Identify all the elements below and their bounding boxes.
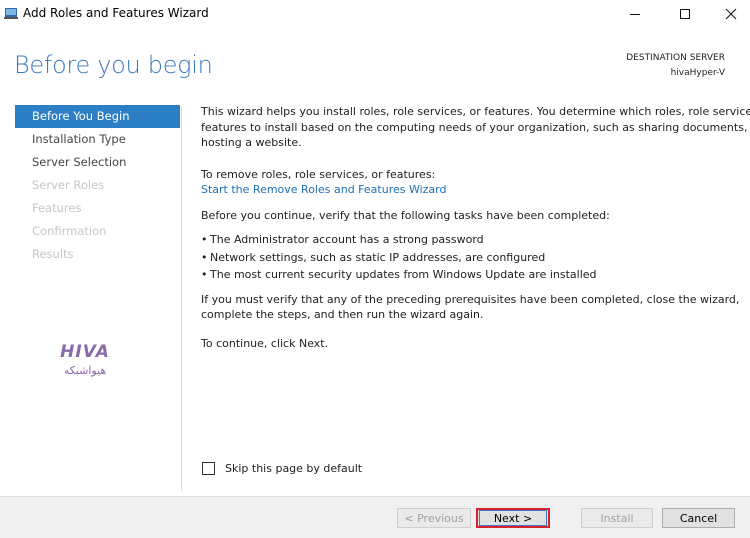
nav-item-confirmation: Confirmation [32, 224, 107, 238]
previous-button[interactable]: < Previous [397, 508, 471, 528]
cancel-button[interactable]: Cancel [662, 508, 735, 528]
nav-item-before-you-begin[interactable]: Before You Begin [15, 105, 180, 128]
svg-text:هیواشبکه: هیواشبکه [64, 364, 107, 377]
destination-server-name: hivaHyper-V [670, 68, 725, 78]
minimize-icon [630, 14, 640, 15]
wizard-steps-nav: Before You Begin Installation Type Serve… [15, 105, 180, 266]
nav-item-installation-type[interactable]: Installation Type [15, 128, 180, 151]
remove-roles-text: To remove roles, role services, or featu… [201, 167, 436, 181]
skip-page-checkbox[interactable] [202, 462, 215, 475]
next-button[interactable]: Next > [476, 508, 550, 528]
skip-page-option[interactable]: Skip this page by default [202, 462, 362, 475]
nav-item-results: Results [32, 247, 74, 261]
server-manager-icon [4, 8, 18, 19]
page-title: Before you begin [14, 51, 213, 79]
maximize-icon [680, 9, 690, 19]
intro-text-line: This wizard helps you install roles, rol… [201, 105, 750, 118]
nav-item-features: Features [32, 201, 82, 215]
remove-roles-wizard-link[interactable]: Start the Remove Roles and Features Wiza… [201, 183, 447, 196]
prerequisites-note-line: If you must verify that any of the prece… [201, 292, 740, 306]
next-button-label: Next > [479, 510, 547, 526]
close-icon [725, 8, 737, 20]
list-item: The Administrator account has a strong p… [201, 232, 731, 250]
install-button[interactable]: Install [581, 508, 653, 528]
destination-server-label: DESTINATION SERVER [626, 53, 725, 63]
continue-instruction: To continue, click Next. [201, 336, 329, 350]
hiva-logo: HIVA هیواشبکه [60, 342, 110, 377]
prerequisites-note-line: complete the steps, and then run the wiz… [201, 308, 484, 321]
verify-tasks-text: Before you continue, verify that the fol… [201, 208, 610, 222]
window-title: Add Roles and Features Wizard [23, 6, 209, 20]
nav-item-server-selection[interactable]: Server Selection [15, 151, 180, 174]
list-item: Network settings, such as static IP addr… [201, 250, 731, 268]
nav-divider [181, 106, 182, 491]
skip-page-label: Skip this page by default [225, 462, 363, 475]
prerequisites-list: The Administrator account has a strong p… [201, 232, 731, 285]
maximize-button[interactable] [662, 0, 708, 28]
minimize-button[interactable] [612, 0, 658, 28]
nav-item-server-roles: Server Roles [32, 178, 105, 192]
wizard-content: This wizard helps you install roles, rol… [201, 104, 750, 351]
intro-text-line: hosting a website. [201, 136, 302, 149]
close-button[interactable] [708, 0, 750, 28]
list-item: The most current security updates from W… [201, 267, 731, 285]
intro-text-line: features to install based on the computi… [201, 120, 750, 134]
svg-text:HIVA: HIVA [60, 342, 110, 362]
title-bar: Add Roles and Features Wizard [0, 0, 750, 28]
